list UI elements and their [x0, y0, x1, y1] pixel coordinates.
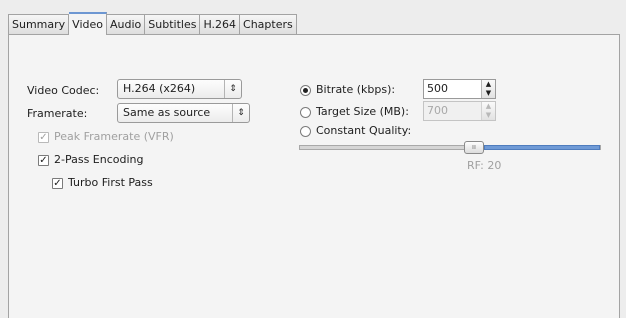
video-settings-panel: Video Codec: H.264 (x264) ⇕ Framerate: S…	[8, 34, 620, 318]
tab-summary[interactable]: Summary	[8, 14, 70, 34]
quality-slider-fill	[484, 145, 600, 150]
spin-down-icon[interactable]: ▼	[482, 111, 495, 120]
target-size-spinner[interactable]: 700 ▲ ▼	[423, 101, 496, 121]
bitrate-value: 500	[427, 82, 448, 95]
dropdown-arrows-icon: ⇕	[232, 104, 249, 122]
tab-h264[interactable]: H.264	[200, 14, 241, 34]
bitrate-radio[interactable]	[300, 85, 311, 96]
framerate-label: Framerate:	[27, 107, 88, 120]
tab-bar: Summary Video Audio Subtitles H.264 Chap…	[8, 12, 297, 35]
tab-chapters[interactable]: Chapters	[240, 14, 297, 34]
spin-up-icon[interactable]: ▲	[482, 102, 495, 111]
rf-value-label: RF: 20	[467, 159, 502, 172]
spin-up-icon[interactable]: ▲	[482, 80, 495, 89]
two-pass-checkbox[interactable]: ✓	[38, 155, 49, 166]
spinner-buttons[interactable]: ▲ ▼	[481, 80, 495, 98]
tab-subtitles[interactable]: Subtitles	[145, 14, 201, 34]
spin-down-icon[interactable]: ▼	[482, 89, 495, 98]
turbo-first-pass-label: Turbo First Pass	[68, 176, 153, 189]
framerate-value: Same as source	[123, 106, 211, 119]
tab-video[interactable]: Video	[69, 12, 107, 35]
quality-slider-handle[interactable]: ıı	[464, 141, 484, 154]
tab-audio[interactable]: Audio	[107, 14, 146, 34]
target-size-value: 700	[427, 104, 448, 117]
bitrate-spinner[interactable]: 500 ▲ ▼	[423, 79, 496, 99]
bitrate-label: Bitrate (kbps):	[316, 83, 396, 96]
quality-slider[interactable]: ıı	[299, 141, 601, 154]
peak-framerate-checkbox[interactable]: ✓	[38, 132, 49, 143]
video-codec-dropdown[interactable]: H.264 (x264) ⇕	[117, 79, 242, 99]
target-size-label: Target Size (MB):	[316, 105, 409, 118]
turbo-first-pass-checkbox[interactable]: ✓	[52, 178, 63, 189]
dropdown-arrows-icon: ⇕	[224, 80, 241, 98]
spinner-buttons[interactable]: ▲ ▼	[481, 102, 495, 120]
video-codec-label: Video Codec:	[27, 84, 100, 97]
constant-quality-label: Constant Quality:	[316, 124, 412, 137]
constant-quality-radio[interactable]	[300, 126, 311, 137]
video-codec-value: H.264 (x264)	[123, 82, 196, 95]
two-pass-label: 2-Pass Encoding	[54, 153, 144, 166]
framerate-dropdown[interactable]: Same as source ⇕	[117, 103, 250, 123]
target-size-radio[interactable]	[300, 107, 311, 118]
peak-framerate-label: Peak Framerate (VFR)	[54, 130, 174, 143]
